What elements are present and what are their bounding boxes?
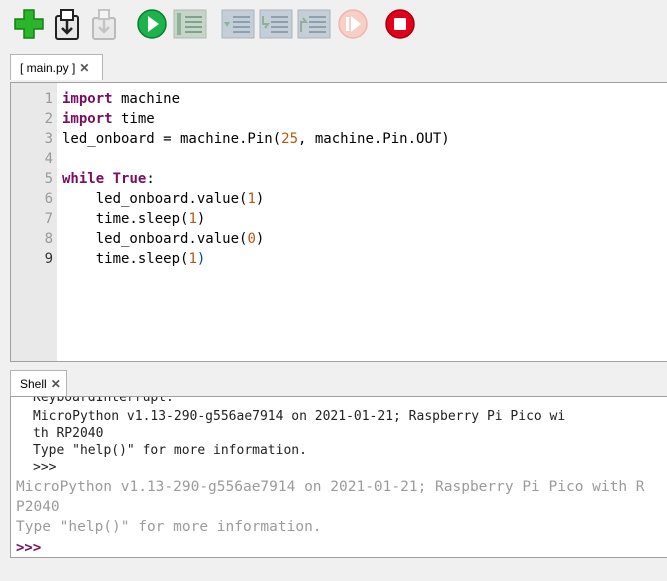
code-line: led_onboard.value(0) [95, 231, 265, 247]
step-over-button[interactable] [221, 6, 255, 42]
code-line: time.sleep(1) [95, 251, 206, 267]
new-file-button[interactable] [12, 6, 46, 42]
line-number: 3 [44, 131, 53, 147]
tab-label: Shell [20, 376, 47, 391]
shell-history-line: >>> [33, 460, 57, 475]
run-icon [137, 9, 167, 39]
line-number: 1 [44, 91, 53, 107]
line-number: 4 [44, 151, 53, 167]
resume-button[interactable] [336, 6, 370, 42]
shell-output-line: Type "help()" for more information. [16, 519, 322, 535]
code-line: time.sleep(1) [95, 211, 206, 227]
code-line: led_onboard.value(1) [95, 191, 265, 207]
current-line-number: 9 [44, 251, 53, 267]
toolbar [0, 0, 667, 50]
code-line: led_onboard = machine.Pin(25, machine.Pi… [62, 131, 450, 147]
step-out-icon [297, 9, 331, 39]
new-file-icon [14, 9, 44, 39]
debug-button[interactable] [173, 6, 207, 42]
shell-history-line: MicroPython v1.13-290-g556ae7914 on 2021… [33, 409, 566, 424]
line-number: 6 [44, 191, 53, 207]
step-into-icon [259, 9, 293, 39]
code-editor[interactable]: 1 2 3 4 5 6 7 8 9 import machine import … [10, 82, 667, 362]
line-number-gutter: 1 2 3 4 5 6 7 8 9 [11, 83, 57, 361]
step-out-button[interactable] [297, 6, 331, 42]
code-line: while True: [62, 171, 155, 187]
shell-tab-bar: Shell ✕ [0, 367, 667, 397]
line-number: 7 [44, 211, 53, 227]
shell-history-line: Type "help()" for more information. [33, 443, 307, 458]
resume-icon [338, 9, 368, 39]
tab-main-py[interactable]: [ main.py ] ✕ [10, 54, 103, 80]
stop-button[interactable] [383, 6, 417, 42]
open-file-button[interactable] [50, 6, 84, 42]
editor-tab-bar: [ main.py ] ✕ [0, 52, 667, 82]
save-file-button[interactable] [87, 6, 121, 42]
shell-history-line: th RP2040 [33, 426, 104, 441]
open-file-icon [55, 9, 79, 40]
code-line: import time [62, 111, 155, 127]
code-line: import machine [62, 91, 181, 107]
tab-label: [ main.py ] [20, 60, 76, 75]
close-tab-icon[interactable]: ✕ [51, 377, 61, 391]
tab-shell[interactable]: Shell ✕ [10, 370, 67, 396]
step-into-button[interactable] [259, 6, 293, 42]
shell-output-line: MicroPython v1.13-290-g556ae7914 on 2021… [16, 479, 645, 495]
run-button[interactable] [135, 6, 169, 42]
close-tab-icon[interactable]: ✕ [79, 61, 89, 75]
shell-console[interactable]: KeyboardInterrupt: MicroPython v1.13-290… [10, 396, 667, 558]
line-number: 8 [44, 231, 53, 247]
shell-output-line: P2040 [16, 499, 60, 515]
step-over-icon [221, 9, 255, 39]
line-number: 5 [44, 171, 53, 187]
stop-icon [385, 9, 415, 39]
debug-icon [173, 9, 207, 39]
line-number: 2 [44, 111, 53, 127]
shell-history-line: KeyboardInterrupt: [33, 396, 174, 405]
shell-prompt[interactable]: >>> [16, 538, 41, 557]
save-file-icon [92, 9, 116, 40]
